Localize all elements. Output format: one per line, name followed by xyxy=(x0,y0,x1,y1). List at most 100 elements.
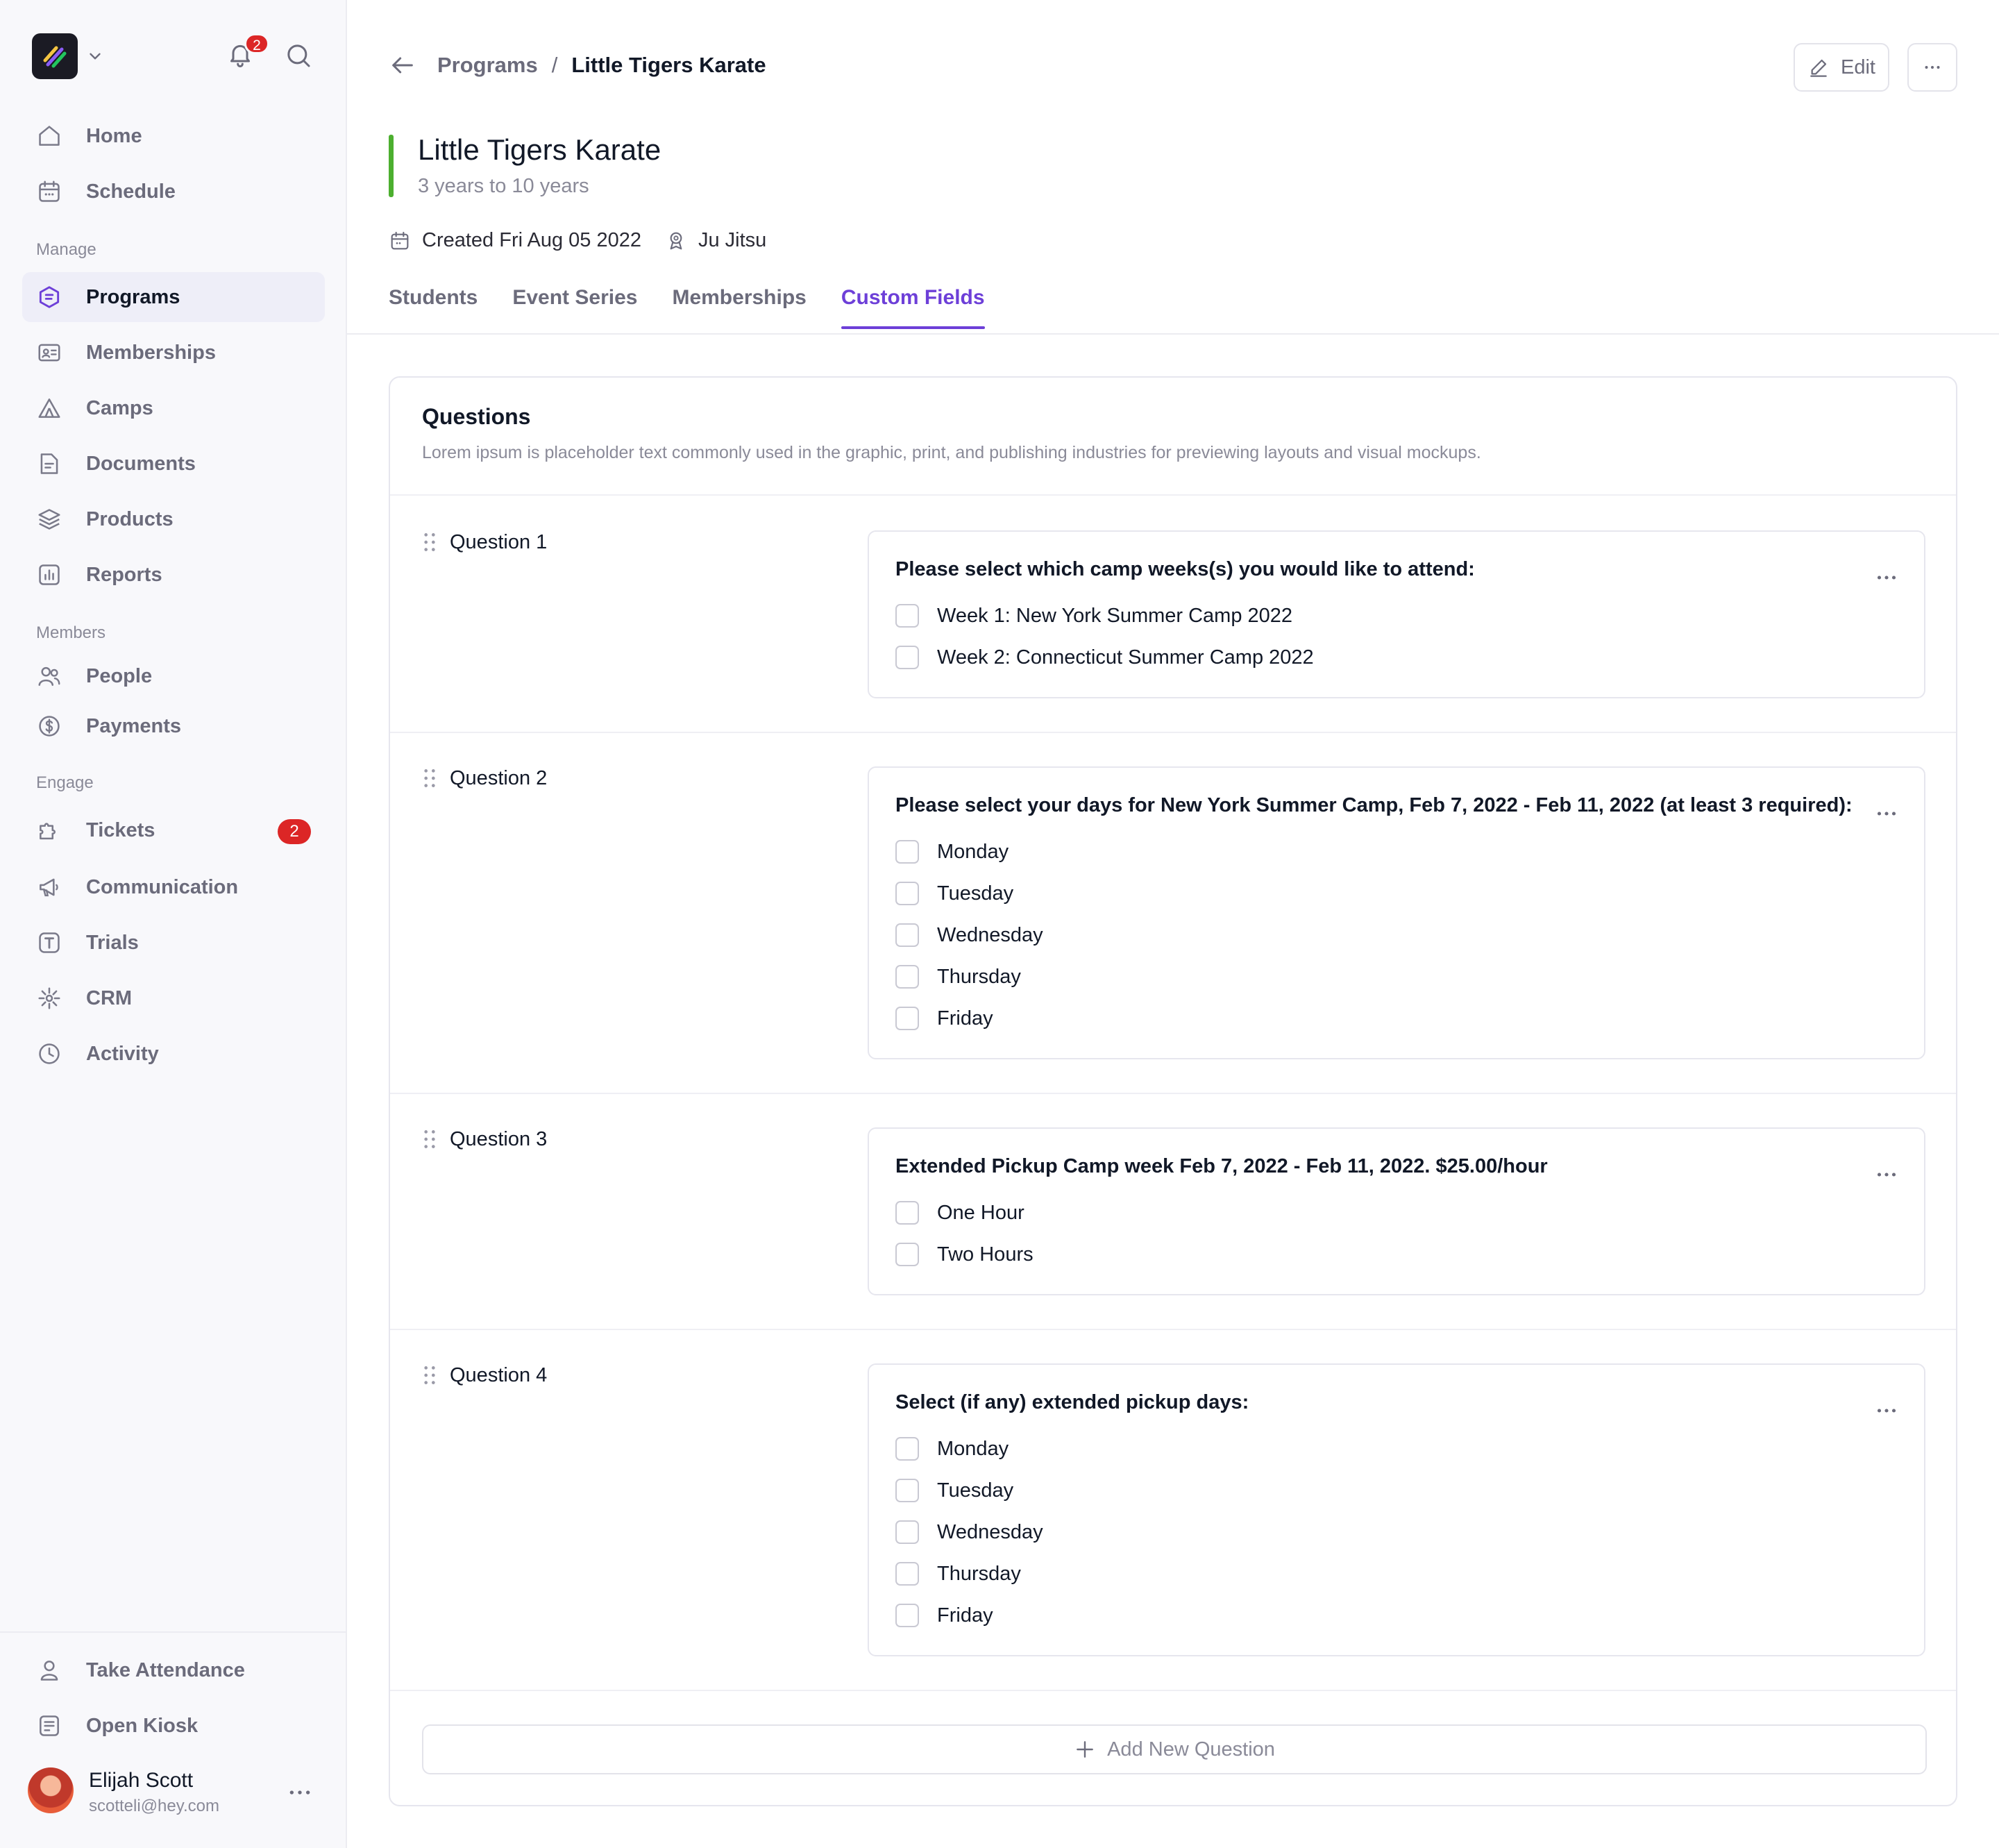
question-box: Extended Pickup Camp week Feb 7, 2022 - … xyxy=(868,1127,1925,1295)
sidebar-item-memberships[interactable]: Memberships xyxy=(22,328,325,378)
sidebar-item-communication[interactable]: Communication xyxy=(22,862,325,912)
option-checkbox[interactable]: Week 2: Connecticut Summer Camp 2022 xyxy=(895,646,1314,669)
program-accent-bar xyxy=(389,135,394,197)
crm-icon xyxy=(36,985,62,1011)
tab-students[interactable]: Students xyxy=(389,286,478,329)
option-checkbox[interactable]: Monday xyxy=(895,1437,1009,1461)
sidebar-item-payments[interactable]: Payments xyxy=(22,701,325,751)
page-subtitle: 3 years to 10 years xyxy=(418,175,589,197)
sidebar-item-documents[interactable]: Documents xyxy=(22,439,325,489)
add-new-question-button[interactable]: Add New Question xyxy=(422,1724,1927,1774)
tab-custom-fields[interactable]: Custom Fields xyxy=(841,286,985,329)
more-horizontal-icon[interactable] xyxy=(1874,1162,1899,1187)
checkbox[interactable] xyxy=(895,1562,919,1586)
option-checkbox[interactable]: Two Hours xyxy=(895,1243,1034,1266)
option-checkbox[interactable]: One Hour xyxy=(895,1201,1024,1225)
option-checkbox[interactable]: Thursday xyxy=(895,1562,1021,1586)
option-label: Two Hours xyxy=(937,1243,1034,1266)
edit-button[interactable]: Edit xyxy=(1794,43,1889,92)
sidebar-item-trials[interactable]: Trials xyxy=(22,918,325,968)
more-actions-button[interactable] xyxy=(1907,43,1957,92)
checkbox[interactable] xyxy=(895,646,919,669)
drag-handle-icon[interactable] xyxy=(422,1363,437,1387)
instructor-name: Ju Jitsu xyxy=(698,229,767,251)
sidebar-item-activity[interactable]: Activity xyxy=(22,1029,325,1079)
question-label: Question 1 xyxy=(450,530,548,553)
sidebar-item-label: Reports xyxy=(86,563,162,586)
sidebar-item-camps[interactable]: Camps xyxy=(22,383,325,433)
sidebar-item-programs[interactable]: Programs xyxy=(22,272,325,322)
page-title: Little Tigers Karate xyxy=(418,133,661,166)
checkbox[interactable] xyxy=(895,1479,919,1502)
calendar-icon xyxy=(391,231,409,249)
add-new-question-label: Add New Question xyxy=(1107,1738,1275,1761)
option-checkbox[interactable]: Friday xyxy=(895,1604,993,1627)
more-horizontal-icon[interactable] xyxy=(1874,1398,1899,1423)
option-checkbox[interactable]: Wednesday xyxy=(895,1520,1043,1544)
breadcrumb-programs-link[interactable]: Programs xyxy=(437,53,538,78)
checkbox[interactable] xyxy=(895,1007,919,1030)
more-horizontal-icon[interactable] xyxy=(1874,801,1899,826)
option-checkbox[interactable]: Tuesday xyxy=(895,1479,1013,1502)
option-label: One Hour xyxy=(937,1201,1024,1224)
checkbox[interactable] xyxy=(895,882,919,905)
users-icon xyxy=(36,663,62,689)
option-checkbox[interactable]: Week 1: New York Summer Camp 2022 xyxy=(895,604,1292,628)
option-label: Friday xyxy=(937,1604,993,1627)
app-logo[interactable] xyxy=(32,33,78,79)
section-label-members: Members xyxy=(36,623,106,642)
checkbox[interactable] xyxy=(895,604,919,628)
questions-card: Questions Lorem ipsum is placeholder tex… xyxy=(389,376,1957,1806)
sidebar-item-crm[interactable]: CRM xyxy=(22,973,325,1023)
drag-handle-icon[interactable] xyxy=(422,530,437,554)
card-divider xyxy=(390,494,1956,496)
sidebar-item-tickets[interactable]: Tickets 2 xyxy=(22,805,325,855)
created-date: Created Fri Aug 05 2022 xyxy=(422,229,641,251)
checkbox[interactable] xyxy=(895,923,919,947)
arrow-left-icon[interactable] xyxy=(389,51,416,79)
avatar[interactable] xyxy=(28,1767,74,1813)
kiosk-icon xyxy=(36,1713,62,1739)
option-checkbox[interactable]: Thursday xyxy=(895,965,1021,989)
drag-handle-icon[interactable] xyxy=(422,1127,437,1151)
checkbox[interactable] xyxy=(895,1520,919,1544)
tab-event-series[interactable]: Event Series xyxy=(512,286,637,329)
question-divider xyxy=(390,1093,1956,1094)
question-divider xyxy=(390,1690,1956,1691)
checkbox[interactable] xyxy=(895,1243,919,1266)
more-horizontal-icon[interactable] xyxy=(286,1779,314,1806)
question-box: Select (if any) extended pickup days: Mo… xyxy=(868,1363,1925,1656)
tab-memberships[interactable]: Memberships xyxy=(672,286,806,329)
home-icon xyxy=(36,123,62,149)
checkbox[interactable] xyxy=(895,840,919,864)
checkbox[interactable] xyxy=(895,1437,919,1461)
chevron-down-icon[interactable] xyxy=(86,47,104,65)
programs-icon xyxy=(36,284,62,310)
more-horizontal-icon xyxy=(1925,66,1940,69)
sidebar-item-take-attendance[interactable]: Take Attendance xyxy=(22,1645,325,1695)
more-horizontal-icon[interactable] xyxy=(1874,565,1899,590)
option-label: Monday xyxy=(937,1437,1009,1460)
sidebar-item-products[interactable]: Products xyxy=(22,494,325,544)
tent-icon xyxy=(36,395,62,421)
question-box: Please select your days for New York Sum… xyxy=(868,766,1925,1059)
sidebar-item-home[interactable]: Home xyxy=(22,111,325,161)
option-label: Wednesday xyxy=(937,1520,1043,1543)
search-icon[interactable] xyxy=(285,42,312,69)
checkbox[interactable] xyxy=(895,1201,919,1225)
option-checkbox[interactable]: Friday xyxy=(895,1007,993,1030)
sidebar-item-schedule[interactable]: Schedule xyxy=(22,167,325,217)
checkbox[interactable] xyxy=(895,1604,919,1627)
sidebar-item-label: Activity xyxy=(86,1042,159,1065)
option-checkbox[interactable]: Tuesday xyxy=(895,882,1013,905)
sidebar-item-people[interactable]: People xyxy=(22,651,325,701)
option-checkbox[interactable]: Monday xyxy=(895,840,1009,864)
sidebar-item-label: Schedule xyxy=(86,180,176,203)
question-label: Question 2 xyxy=(450,766,548,789)
sidebar-item-label: People xyxy=(86,664,153,687)
sidebar-item-open-kiosk[interactable]: Open Kiosk xyxy=(22,1701,325,1751)
option-checkbox[interactable]: Wednesday xyxy=(895,923,1043,947)
drag-handle-icon[interactable] xyxy=(422,766,437,790)
sidebar-item-reports[interactable]: Reports xyxy=(22,550,325,600)
checkbox[interactable] xyxy=(895,965,919,989)
